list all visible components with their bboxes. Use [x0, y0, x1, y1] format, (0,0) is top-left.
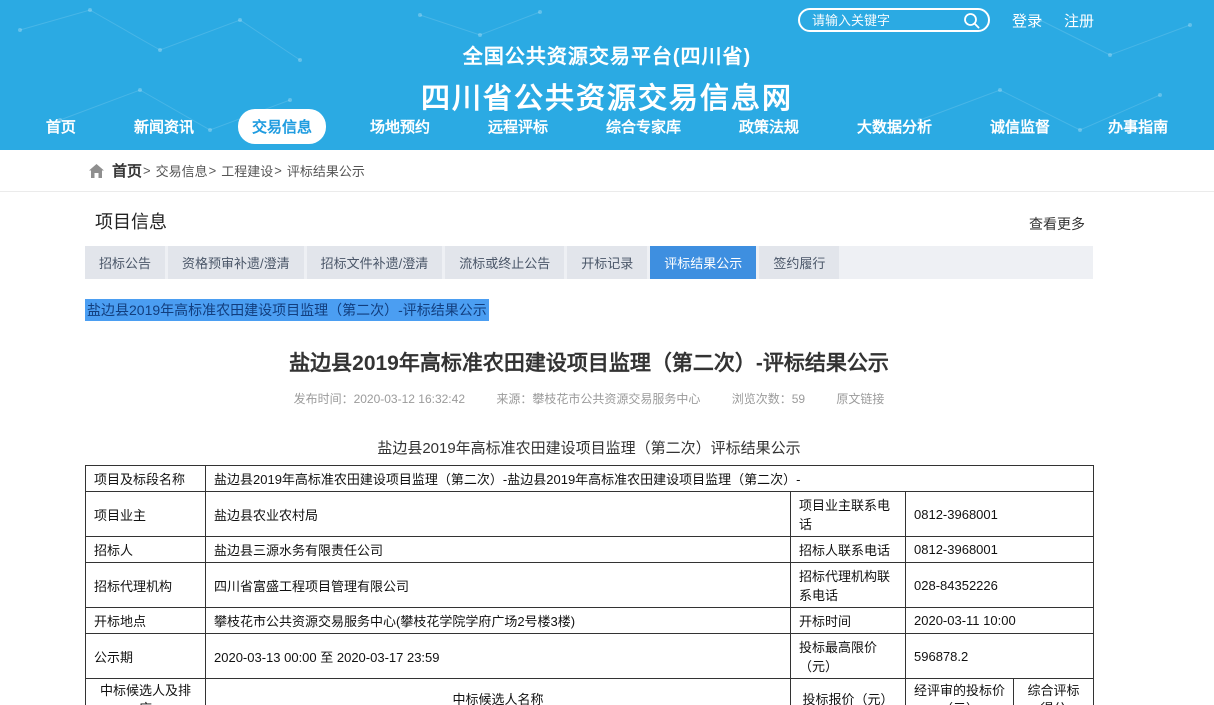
row-value: 盐边县农业农村局 — [206, 492, 791, 537]
row-label: 项目业主 — [86, 492, 206, 537]
tab-bid-doc-addendum[interactable]: 招标文件补遗/澄清 — [307, 246, 443, 279]
row-label: 招标代理机构 — [86, 563, 206, 608]
row-value: 0812-3968001 — [906, 537, 1094, 563]
breadcrumb-item-construction[interactable]: 工程建设 — [221, 161, 273, 180]
nav-item-integrity[interactable]: 诚信监督 — [976, 109, 1064, 144]
evaluation-result-table: 项目及标段名称 盐边县2019年高标准农田建设项目监理（第二次）-盐边县2019… — [85, 465, 1094, 705]
row-label: 项目业主联系电话 — [791, 492, 906, 537]
tab-prequalification-addendum[interactable]: 资格预审补遗/澄清 — [168, 246, 304, 279]
search-box[interactable] — [798, 8, 990, 32]
row-value: 盐边县三源水务有限责任公司 — [206, 537, 791, 563]
col-header-bid: 投标报价（元） — [791, 679, 906, 705]
breadcrumb-separator: > — [209, 163, 217, 178]
breadcrumb-separator: > — [143, 163, 151, 178]
table-row: 项目业主 盐边县农业农村局 项目业主联系电话 0812-3968001 — [86, 492, 1094, 537]
search-icon[interactable] — [963, 12, 980, 29]
breadcrumb: 首页 > 交易信息 > 工程建设 > 评标结果公示 — [0, 150, 1214, 192]
article-meta: 发布时间：2020-03-12 16:32:42 来源：攀枝花市公共资源交易服务… — [85, 390, 1093, 407]
site-header: 登录 注册 全国公共资源交易平台(四川省) 四川省公共资源交易信息网 首页 新闻… — [0, 0, 1214, 150]
home-icon — [88, 163, 105, 179]
row-value: 2020-03-13 00:00 至 2020-03-17 23:59 — [206, 634, 791, 679]
nav-item-remote-evaluation[interactable]: 远程评标 — [474, 109, 562, 144]
announcement-link-selected[interactable]: 盐边县2019年高标准农田建设项目监理（第二次）-评标结果公示 — [85, 299, 489, 321]
row-label: 投标最高限价（元） — [791, 634, 906, 679]
col-header-score: 综合评标得分 — [1014, 679, 1094, 705]
nav-item-trade-info[interactable]: 交易信息 — [238, 109, 326, 144]
row-label: 公示期 — [86, 634, 206, 679]
page-title: 项目信息 — [95, 208, 167, 234]
row-value: 028-84352226 — [906, 563, 1094, 608]
tab-bid-opening-record[interactable]: 开标记录 — [567, 246, 647, 279]
breadcrumb-separator: > — [274, 163, 282, 178]
project-tabs: 招标公告 资格预审补遗/澄清 招标文件补遗/澄清 流标或终止公告 开标记录 评标… — [85, 246, 1093, 279]
row-value: 四川省富盛工程项目管理有限公司 — [206, 563, 791, 608]
main-nav: 首页 新闻资讯 交易信息 场地预约 远程评标 综合专家库 政策法规 大数据分析 … — [0, 109, 1214, 144]
row-value: 596878.2 — [906, 634, 1094, 679]
nav-item-venue-booking[interactable]: 场地预约 — [356, 109, 444, 144]
table-row: 公示期 2020-03-13 00:00 至 2020-03-17 23:59 … — [86, 634, 1094, 679]
col-header-evaluated: 经评审的投标价（元） — [906, 679, 1014, 705]
row-value: 攀枝花市公共资源交易服务中心(攀枝花学院学府广场2号楼3楼) — [206, 608, 791, 634]
login-link[interactable]: 登录 — [1012, 10, 1042, 31]
col-header-name: 中标候选人名称 — [206, 679, 791, 705]
publish-time: 发布时间：2020-03-12 16:32:42 — [294, 392, 465, 406]
search-input[interactable] — [812, 13, 963, 28]
breadcrumb-item-home[interactable]: 首页 — [112, 160, 142, 181]
section-header: 项目信息 查看更多 — [85, 192, 1093, 234]
tab-failed-or-terminated[interactable]: 流标或终止公告 — [445, 246, 564, 279]
view-count: 浏览次数：59 — [732, 392, 805, 406]
nav-item-expert-pool[interactable]: 综合专家库 — [592, 109, 695, 144]
register-link[interactable]: 注册 — [1064, 10, 1094, 31]
breadcrumb-item-eval-result[interactable]: 评标结果公示 — [287, 161, 365, 180]
original-link[interactable]: 原文链接 — [836, 392, 884, 406]
row-value: 盐边县2019年高标准农田建设项目监理（第二次）-盐边县2019年高标准农田建设… — [206, 466, 1094, 492]
col-header-rank: 中标候选人及排序 — [86, 679, 206, 705]
row-label: 开标地点 — [86, 608, 206, 634]
tab-contract-performance[interactable]: 签约履行 — [759, 246, 839, 279]
article-title: 盐边县2019年高标准农田建设项目监理（第二次）-评标结果公示 — [85, 347, 1093, 377]
view-more-link[interactable]: 查看更多 — [1029, 214, 1085, 234]
nav-item-home[interactable]: 首页 — [32, 109, 90, 144]
table-row: 招标人 盐边县三源水务有限责任公司 招标人联系电话 0812-3968001 — [86, 537, 1094, 563]
row-value: 2020-03-11 10:00 — [906, 608, 1094, 634]
nav-item-big-data[interactable]: 大数据分析 — [843, 109, 946, 144]
row-label: 招标人联系电话 — [791, 537, 906, 563]
table-row: 开标地点 攀枝花市公共资源交易服务中心(攀枝花学院学府广场2号楼3楼) 开标时间… — [86, 608, 1094, 634]
main-content: 项目信息 查看更多 招标公告 资格预审补遗/澄清 招标文件补遗/澄清 流标或终止… — [85, 192, 1093, 705]
candidates-header-row: 中标候选人及排序 中标候选人名称 投标报价（元） 经评审的投标价（元） 综合评标… — [86, 679, 1094, 705]
source: 来源：攀枝花市公共资源交易服务中心 — [496, 392, 700, 406]
table-row: 招标代理机构 四川省富盛工程项目管理有限公司 招标代理机构联系电话 028-84… — [86, 563, 1094, 608]
breadcrumb-item-trade-info[interactable]: 交易信息 — [156, 161, 208, 180]
nav-item-news[interactable]: 新闻资讯 — [120, 109, 208, 144]
nav-item-policies[interactable]: 政策法规 — [725, 109, 813, 144]
tab-evaluation-result[interactable]: 评标结果公示 — [650, 246, 756, 279]
tab-bid-announcement[interactable]: 招标公告 — [85, 246, 165, 279]
site-super-title: 全国公共资源交易平台(四川省) — [0, 40, 1214, 69]
table-row: 项目及标段名称 盐边县2019年高标准农田建设项目监理（第二次）-盐边县2019… — [86, 466, 1094, 492]
row-label: 开标时间 — [791, 608, 906, 634]
result-table-title: 盐边县2019年高标准农田建设项目监理（第二次）评标结果公示 — [85, 437, 1093, 458]
row-label: 招标代理机构联系电话 — [791, 563, 906, 608]
row-label: 招标人 — [86, 537, 206, 563]
nav-item-service-guide[interactable]: 办事指南 — [1094, 109, 1182, 144]
row-label: 项目及标段名称 — [86, 466, 206, 492]
row-value: 0812-3968001 — [906, 492, 1094, 537]
